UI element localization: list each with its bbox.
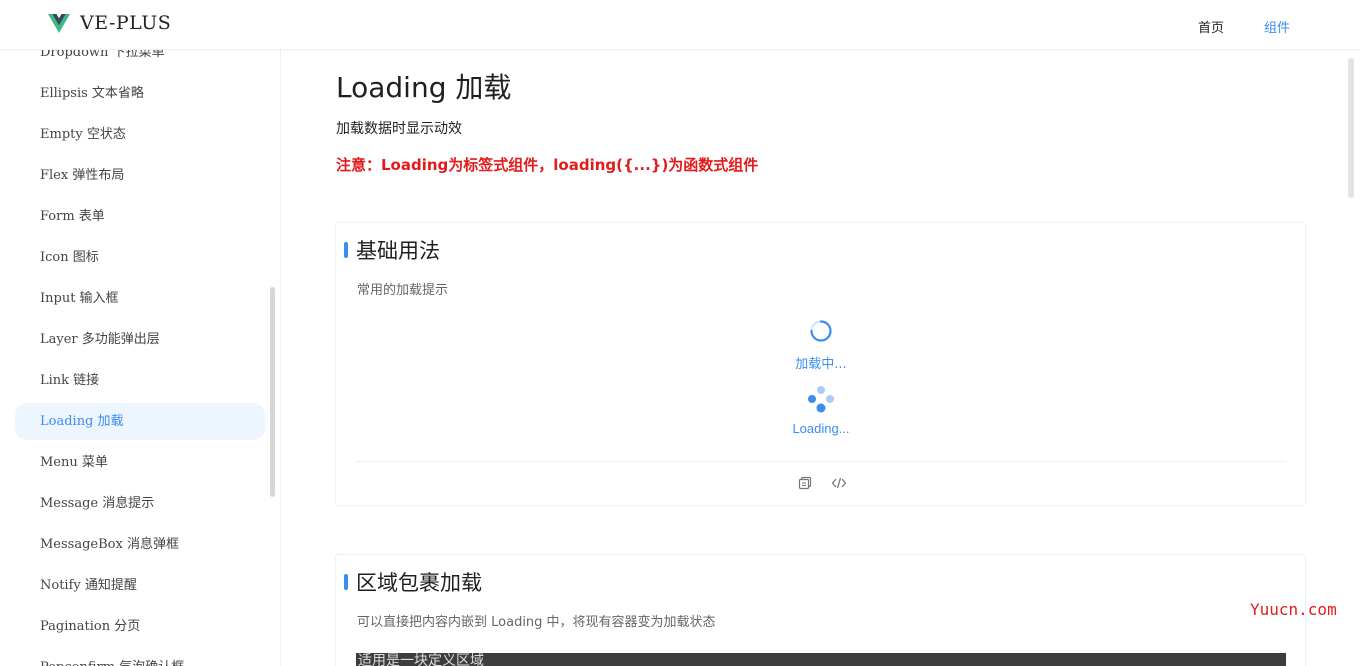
sidebar-item[interactable]: Empty 空状态	[15, 116, 265, 153]
main-content: Loading 加载 加载数据时显示动效 注意：Loading为标签式组件，lo…	[282, 50, 1360, 666]
nav-home[interactable]: 首页	[1198, 17, 1224, 36]
top-header: VE-PLUS 首页 组件	[0, 0, 1360, 50]
nav-components[interactable]: 组件	[1264, 17, 1290, 36]
section-description: 常用的加载提示	[357, 283, 449, 298]
sidebar-item[interactable]: Menu 菜单	[15, 444, 265, 481]
sidebar-item[interactable]: MessageBox 消息弹框	[15, 526, 265, 563]
section-title: 基础用法	[344, 235, 440, 265]
main-scrollbar[interactable]	[1348, 58, 1354, 198]
demo-area: 加载中... Loading...	[356, 319, 1286, 459]
spinner-ring-icon	[810, 320, 832, 342]
page-description: 加载数据时显示动效	[336, 121, 462, 137]
copy-icon[interactable]	[797, 475, 813, 491]
section-description: 可以直接把内容内嵌到 Loading 中，将现有容器变为加载状态	[357, 615, 716, 630]
page-title: Loading 加载	[336, 71, 512, 104]
section-title-marker	[344, 574, 348, 590]
sidebar-item[interactable]: Link 链接	[15, 362, 265, 399]
sidebar-item[interactable]: Notify 通知提醒	[15, 567, 265, 604]
code-icon[interactable]	[831, 475, 847, 491]
sidebar-item[interactable]: Icon 图标	[15, 239, 265, 276]
page-note: 注意：Loading为标签式组件，loading({...})为函数式组件	[336, 156, 759, 174]
card-divider	[356, 461, 1286, 462]
sidebar: Dropdown 下拉菜单 Ellipsis 文本省略 Empty 空状态 Flex …	[0, 50, 281, 666]
sidebar-item[interactable]: Loading 加载	[15, 403, 265, 440]
dots-label: Loading...	[792, 421, 850, 436]
sidebar-item[interactable]: Form 表单	[15, 198, 265, 235]
sidebar-item[interactable]: Layer 多功能弹出层	[15, 321, 265, 358]
top-nav: 首页 组件	[1198, 17, 1290, 36]
sidebar-item[interactable]: Flex 弹性布局	[15, 157, 265, 194]
demo-card-area: 区域包裹加载 可以直接把内容内嵌到 Loading 中，将现有容器变为加载状态 …	[335, 554, 1306, 666]
sidebar-item[interactable]: Popconfirm 气泡确认框	[15, 649, 265, 666]
vue-logo-icon	[48, 13, 70, 33]
card-toolbar	[336, 475, 1307, 491]
sidebar-list: Dropdown 下拉菜单 Ellipsis 文本省略 Empty 空状态 Flex …	[15, 50, 265, 666]
spinner-label: 加载中...	[795, 357, 847, 372]
sidebar-item[interactable]: Ellipsis 文本省略	[15, 75, 265, 112]
logo-text: VE-PLUS	[80, 12, 172, 34]
section-title-marker	[344, 242, 348, 258]
section-title-text: 基础用法	[356, 239, 440, 263]
dots-spinner-icon	[808, 386, 834, 413]
logo[interactable]: VE-PLUS	[48, 12, 171, 34]
sidebar-item[interactable]: Message 消息提示	[15, 485, 265, 522]
sidebar-scrollbar[interactable]	[270, 287, 275, 497]
section-title-text: 区域包裹加载	[356, 571, 482, 595]
section-title: 区域包裹加载	[344, 567, 482, 597]
sidebar-item[interactable]: Pagination 分页	[15, 608, 265, 645]
sidebar-item[interactable]: Dropdown 下拉菜单	[15, 50, 265, 71]
sidebar-item[interactable]: Input 输入框	[15, 280, 265, 317]
demo-card-basic: 基础用法 常用的加载提示 加载中... Loading...	[335, 222, 1306, 506]
watermark: Yuucn.com	[1250, 600, 1337, 619]
code-preview: 适用是一块定义区域	[356, 653, 1286, 666]
